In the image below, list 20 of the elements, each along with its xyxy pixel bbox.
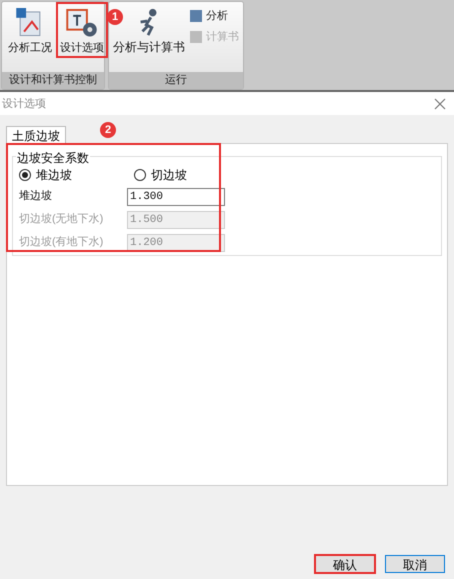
- tab[interactable]: 土质边坡: [6, 126, 66, 144]
- radio-button[interactable]: [19, 169, 31, 181]
- field-label: 切边坡(有地下水): [19, 235, 104, 250]
- ribbon-button[interactable]: 分析: [189, 8, 239, 24]
- radio-button[interactable]: [134, 169, 146, 181]
- input-field[interactable]: 1.300: [127, 188, 225, 206]
- dialog-button[interactable]: 取消: [385, 555, 445, 573]
- group-label: 运行: [109, 72, 243, 89]
- gear-icon: [65, 8, 99, 38]
- dialog-button[interactable]: 确认: [315, 555, 375, 573]
- field-label: 切边坡(无地下水): [19, 212, 104, 228]
- radio-option[interactable]: 堆边坡: [19, 166, 134, 184]
- ribbon-button[interactable]: 分析工况: [6, 4, 54, 56]
- group-title: 边坡安全系数: [16, 149, 90, 167]
- field-label: 堆边坡: [19, 189, 53, 204]
- close-icon[interactable]: [433, 97, 447, 111]
- window-title: 设计选项: [2, 96, 46, 112]
- ribbon-button[interactable]: 设计选项: [58, 4, 106, 56]
- group-label: 设计和计算书控制: [2, 72, 104, 89]
- radio-option[interactable]: 切边坡: [134, 166, 187, 184]
